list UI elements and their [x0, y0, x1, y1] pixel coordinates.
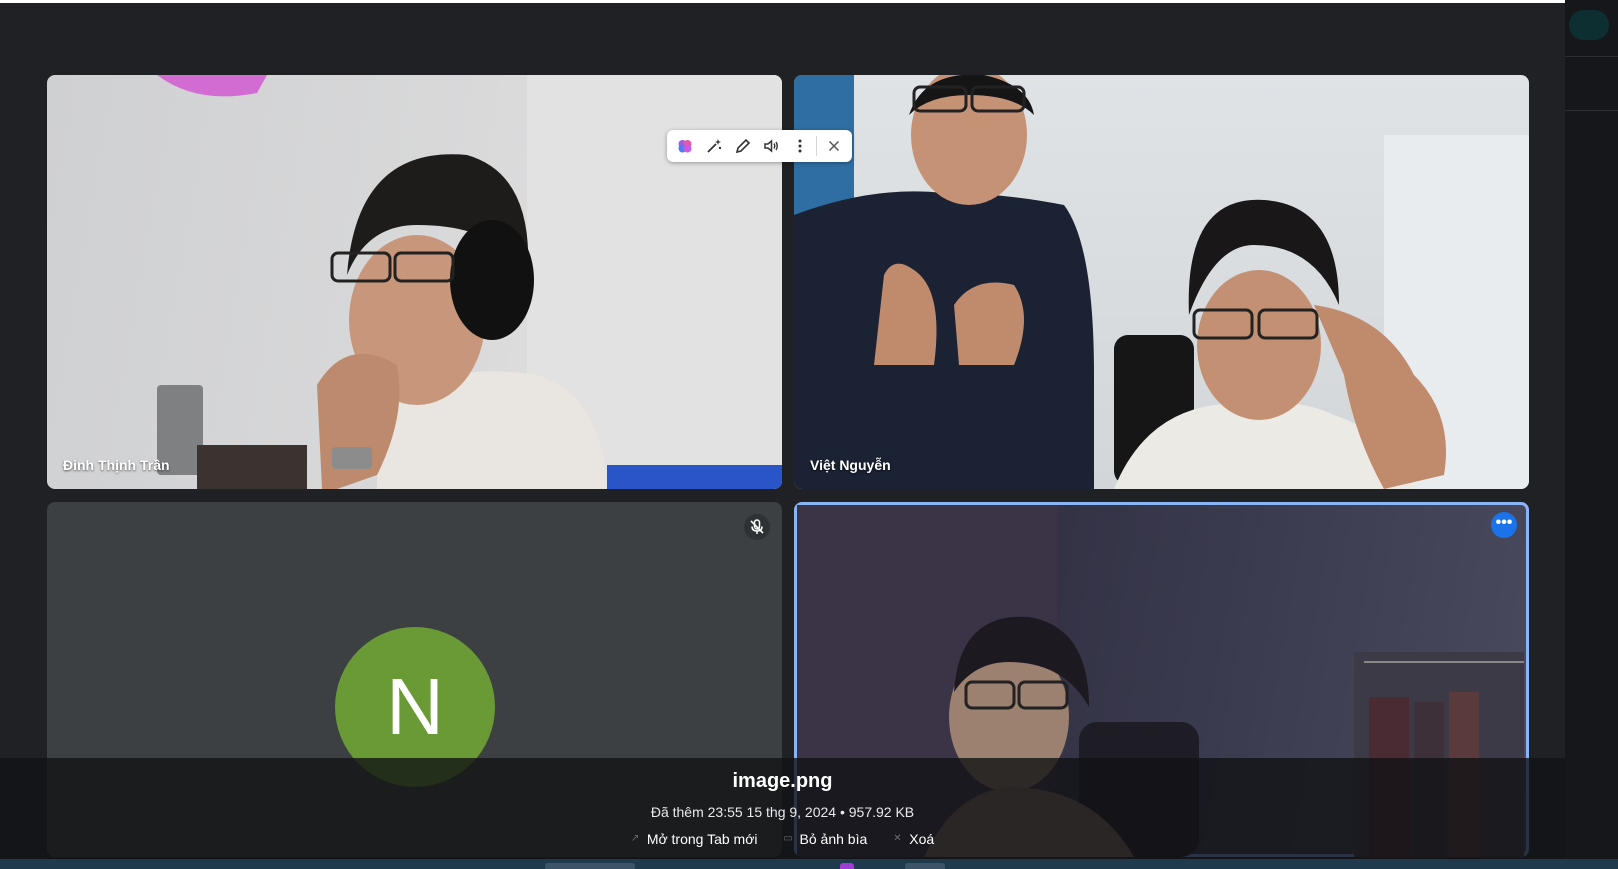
pencil-icon[interactable]	[728, 132, 757, 160]
browser-top-edge	[0, 0, 1565, 3]
video-feed	[794, 75, 1529, 489]
mic-off-icon	[744, 514, 770, 540]
attachment-preview-bar: image.png Đã thêm 23:55 15 thg 9, 2024 •…	[0, 758, 1565, 859]
side-panel	[1565, 0, 1618, 869]
taskbar-item[interactable]	[545, 863, 635, 869]
delete-button[interactable]: ✕ Xoá	[893, 831, 934, 847]
attachment-filename: image.png	[732, 770, 833, 792]
divider	[816, 136, 818, 156]
more-vert-icon[interactable]	[786, 132, 815, 160]
open-in-new-tab-label: Mở trong Tab mới	[646, 831, 758, 847]
attachment-actions: ↗ Mở trong Tab mới ▭ Bỏ ảnh bìa ✕ Xoá	[0, 831, 1565, 847]
close-icon[interactable]	[819, 132, 848, 160]
participant-name: Việt Nguyễn	[810, 457, 891, 473]
divider	[1565, 110, 1618, 111]
remove-cover-label: Bỏ ảnh bìa	[799, 831, 868, 847]
taskbar-item[interactable]	[840, 863, 854, 869]
delete-label: Xoá	[909, 831, 935, 847]
participant-tile[interactable]: Việt Nguyễn	[794, 75, 1529, 489]
speaker-icon[interactable]	[757, 132, 786, 160]
brain-icon[interactable]	[671, 132, 700, 160]
remove-cover-button[interactable]: ▭ Bỏ ảnh bìa	[784, 831, 868, 847]
participant-name: Đinh Thịnh Trần	[63, 457, 170, 473]
close-icon: ✕	[893, 833, 902, 844]
attachment-meta: Đã thêm 23:55 15 thg 9, 2024 • 957.92 KB	[650, 804, 915, 820]
open-in-new-tab-icon: ↗	[630, 833, 640, 844]
open-in-new-tab-button[interactable]: ↗ Mở trong Tab mới	[631, 831, 758, 847]
taskbar	[0, 859, 1618, 869]
divider	[1565, 56, 1618, 57]
image-icon: ▭	[783, 833, 793, 844]
floating-toolbar	[667, 130, 852, 162]
side-panel-badge	[1569, 10, 1609, 40]
taskbar-item[interactable]	[905, 863, 945, 869]
magic-wand-icon[interactable]	[700, 132, 729, 160]
more-options-button[interactable]: •••	[1491, 512, 1517, 538]
